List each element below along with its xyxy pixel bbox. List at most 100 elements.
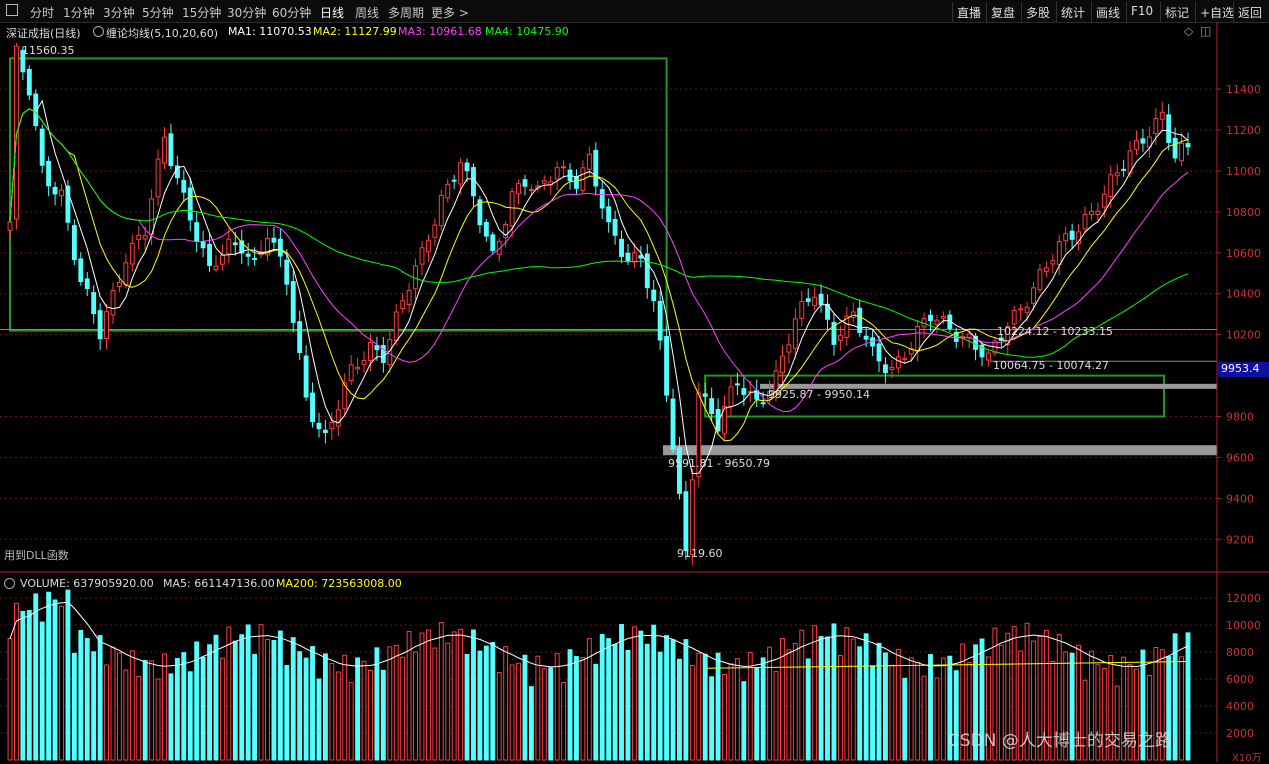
add-watchlist-button[interactable]: +自选 — [1195, 2, 1238, 22]
candle-body — [155, 158, 161, 198]
range-label-3: 9925.87 - 9950.14 — [768, 388, 870, 401]
candle-body — [123, 262, 129, 286]
volume-bar — [116, 652, 122, 761]
volume-bar — [734, 658, 740, 761]
candle-body — [129, 242, 135, 265]
volume-bar — [303, 657, 309, 761]
stats-button[interactable]: 统计 — [1056, 2, 1089, 22]
candle-body — [355, 366, 361, 370]
candle-body — [464, 162, 470, 172]
volume-bar — [702, 653, 708, 761]
tab-3min[interactable]: 3分钟 — [103, 4, 135, 21]
candle-body — [1179, 142, 1185, 162]
volume-bar — [342, 654, 348, 761]
tab-30min[interactable]: 30分钟 — [227, 4, 266, 21]
volume-bar — [129, 650, 135, 761]
tab-5min[interactable]: 5分钟 — [142, 4, 174, 21]
tab-more[interactable]: 更多 > — [431, 4, 469, 21]
tab-multi-period[interactable]: 多周期 — [388, 4, 424, 21]
candle-body — [509, 191, 515, 227]
level-band-2 — [663, 445, 1217, 456]
kline-chart[interactable]: 11400 11200 11000 10800 10600 10400 10200 9800 9… — [0, 22, 1269, 762]
grid-icon[interactable] — [6, 4, 18, 16]
volume-bar — [162, 653, 167, 761]
candle-body — [78, 258, 84, 282]
replay-button[interactable]: 复盘 — [986, 2, 1019, 22]
diamond-icon[interactable]: ◇ — [1184, 24, 1193, 38]
volume-bar — [464, 653, 470, 761]
volume-bar — [651, 624, 657, 761]
candle-body — [1011, 310, 1017, 325]
volume-bar — [187, 671, 193, 761]
candle-body — [895, 356, 901, 369]
price-tick-label: 11000 — [1226, 165, 1261, 178]
tab-daily[interactable]: 日线 — [320, 4, 344, 21]
volume-bar — [71, 652, 77, 761]
tab-60min[interactable]: 60分钟 — [272, 4, 311, 21]
draw-line-button[interactable]: 画线 — [1091, 2, 1124, 22]
candle-body — [728, 386, 734, 408]
candle-body — [271, 237, 277, 243]
candle-body — [644, 253, 650, 289]
volume-bar — [322, 653, 328, 761]
live-button[interactable]: 直播 — [952, 2, 985, 22]
volume-bar — [921, 675, 927, 761]
volume-bar — [419, 632, 425, 761]
tab-fenshi[interactable]: 分时 — [30, 4, 54, 21]
volume-bar — [149, 660, 155, 761]
volume-bar — [715, 652, 721, 761]
volume-bar — [393, 644, 399, 761]
candle-body — [554, 167, 560, 180]
f10-button[interactable]: F10 — [1126, 2, 1157, 22]
candle-body — [1159, 111, 1165, 120]
candle-body — [625, 252, 631, 263]
candle-body — [528, 188, 534, 191]
candle-body — [490, 234, 496, 252]
volume-bar — [541, 668, 547, 761]
volume-bar — [13, 602, 19, 761]
volume-bar — [471, 629, 476, 761]
candle-body — [200, 241, 206, 249]
candle-body — [709, 398, 715, 415]
tab-15min[interactable]: 15分钟 — [182, 4, 221, 21]
candles — [7, 42, 1191, 566]
tab-weekly[interactable]: 周线 — [355, 4, 379, 21]
volume-bar — [799, 629, 805, 761]
back-button[interactable]: 返回 — [1233, 2, 1266, 22]
candle-body — [149, 198, 155, 235]
volume-bar — [741, 681, 747, 761]
volume-bar — [438, 622, 444, 761]
volume-settings-icon[interactable] — [4, 578, 15, 589]
candle-body — [1172, 137, 1178, 159]
candle-body — [290, 281, 296, 323]
volume-bar — [284, 664, 290, 761]
volume-bar — [33, 593, 39, 761]
price-tick-label: 9600 — [1226, 451, 1254, 464]
range-label-2: 10064.75 - 10074.27 — [993, 359, 1109, 372]
candle-body — [393, 311, 399, 342]
tab-1min[interactable]: 1分钟 — [63, 4, 95, 21]
candle-body — [168, 133, 174, 167]
volume-bar — [580, 656, 586, 761]
volume-bar — [503, 646, 509, 761]
volume-bar — [290, 637, 296, 761]
candle-body — [1063, 233, 1069, 242]
candle-body — [780, 355, 785, 374]
candle-body — [226, 238, 232, 255]
candle-body — [902, 357, 908, 361]
price-tick-label: 10400 — [1226, 288, 1261, 301]
volume-bar — [677, 658, 682, 761]
candle-body — [322, 429, 328, 433]
mark-button[interactable]: 标记 — [1160, 2, 1193, 22]
volume-bar — [142, 660, 148, 761]
volume-bar — [213, 634, 219, 761]
candle-body — [316, 422, 322, 430]
volume-bar — [207, 644, 212, 761]
volume-bar — [20, 610, 26, 761]
settings-icon[interactable] — [93, 26, 104, 37]
candle-body — [818, 293, 824, 306]
candle-body — [863, 335, 869, 340]
expand-icon[interactable]: ◫ — [1200, 24, 1211, 38]
multi-stock-button[interactable]: 多股 — [1021, 2, 1054, 22]
candle-body — [586, 153, 592, 170]
